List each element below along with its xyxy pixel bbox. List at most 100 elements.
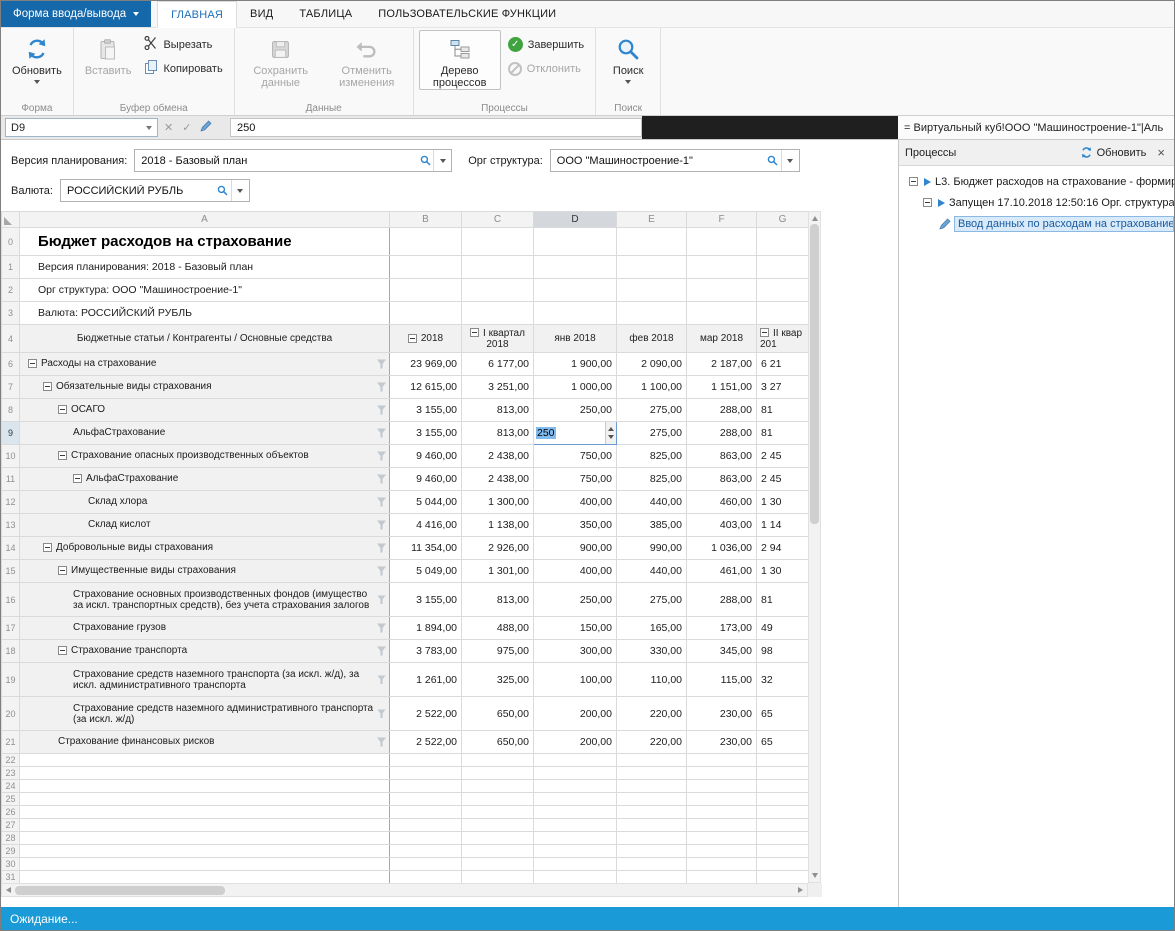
cell[interactable] <box>534 845 617 858</box>
row-number-12[interactable]: 12 <box>2 491 20 514</box>
cell[interactable]: 288,00 <box>687 399 757 422</box>
cell[interactable] <box>462 832 534 845</box>
row-number-3[interactable]: 3 <box>2 302 20 325</box>
cell[interactable]: 813,00 <box>462 422 534 445</box>
collapse-minus-icon[interactable] <box>58 451 67 460</box>
tab-user-functions[interactable]: ПОЛЬЗОВАТЕЛЬСКИЕ ФУНКЦИИ <box>365 1 569 27</box>
row-number-26[interactable]: 26 <box>2 806 20 819</box>
cell[interactable]: 32 <box>757 663 809 697</box>
row-number-4[interactable]: 4 <box>2 325 20 353</box>
filter-funnel-icon[interactable] <box>377 544 386 553</box>
cell[interactable] <box>757 806 809 819</box>
cell[interactable]: 288,00 <box>687 583 757 617</box>
cell[interactable] <box>687 845 757 858</box>
cell-A3[interactable]: Валюта: РОССИЙСКИЙ РУБЛЬ <box>20 302 390 325</box>
row-number-22[interactable]: 22 <box>2 754 20 767</box>
cell[interactable] <box>687 256 757 279</box>
row-number-18[interactable]: 18 <box>2 640 20 663</box>
row-number-23[interactable]: 23 <box>2 767 20 780</box>
cell[interactable]: 288,00 <box>687 422 757 445</box>
cell[interactable]: 2 926,00 <box>462 537 534 560</box>
process-node-0[interactable]: L3. Бюджет расходов на страхование - фор… <box>903 171 1174 192</box>
cell[interactable]: 3 155,00 <box>390 399 462 422</box>
cell[interactable]: 2 45 <box>757 445 809 468</box>
cell[interactable] <box>757 780 809 793</box>
row-number-25[interactable]: 25 <box>2 793 20 806</box>
cell[interactable] <box>757 858 809 871</box>
spinner-up-icon[interactable] <box>608 427 614 431</box>
search-icon[interactable] <box>215 185 231 196</box>
cell[interactable] <box>617 806 687 819</box>
row-label-18[interactable]: Страхование транспорта <box>20 640 390 663</box>
filter-funnel-icon[interactable] <box>377 624 386 633</box>
row-label-8[interactable]: ОСАГО <box>20 399 390 422</box>
cell[interactable]: 1 14 <box>757 514 809 537</box>
row-number-11[interactable]: 11 <box>2 468 20 491</box>
cell[interactable]: 110,00 <box>617 663 687 697</box>
cell[interactable] <box>20 819 390 832</box>
save-data-button[interactable]: Сохранить данные <box>240 30 322 90</box>
row-label-7[interactable]: Обязательные виды страхования <box>20 376 390 399</box>
finish-button[interactable]: ✓ Завершить <box>505 34 590 55</box>
cell[interactable]: 2 438,00 <box>462 468 534 491</box>
cell[interactable] <box>617 780 687 793</box>
cell[interactable]: 230,00 <box>687 697 757 731</box>
cell[interactable] <box>390 302 462 325</box>
cell[interactable]: 3 155,00 <box>390 422 462 445</box>
row-number-31[interactable]: 31 <box>2 871 20 884</box>
row-label-15[interactable]: Имущественные виды страхования <box>20 560 390 583</box>
cell[interactable]: 2 522,00 <box>390 697 462 731</box>
cell[interactable] <box>534 754 617 767</box>
confirm-entry-icon[interactable]: ✓ <box>182 121 191 134</box>
cell[interactable]: 23 969,00 <box>390 353 462 376</box>
cell[interactable]: 98 <box>757 640 809 663</box>
cell[interactable] <box>20 780 390 793</box>
cell[interactable] <box>757 256 809 279</box>
collapse-minus-icon[interactable] <box>58 646 67 655</box>
cut-button[interactable]: Вырезать <box>141 34 228 55</box>
cell[interactable] <box>390 256 462 279</box>
org-filter-combo[interactable]: ООО "Машиностроение-1" <box>550 149 800 172</box>
filter-funnel-icon[interactable] <box>377 521 386 530</box>
cell[interactable]: 5 044,00 <box>390 491 462 514</box>
tab-table[interactable]: ТАБЛИЦА <box>286 1 365 27</box>
cell[interactable]: 1 138,00 <box>462 514 534 537</box>
collapse-minus-icon[interactable] <box>909 177 918 186</box>
cell[interactable] <box>534 279 617 302</box>
row-number-21[interactable]: 21 <box>2 731 20 754</box>
cell[interactable]: 65 <box>757 731 809 754</box>
process-node-2[interactable]: Ввод данных по расходам на страхование п… <box>903 213 1174 234</box>
cell[interactable] <box>390 793 462 806</box>
period-header-cell[interactable]: фев 2018 <box>617 325 687 353</box>
cell[interactable] <box>462 780 534 793</box>
cell[interactable]: 460,00 <box>687 491 757 514</box>
cell[interactable]: 275,00 <box>617 422 687 445</box>
cell-A0[interactable]: Бюджет расходов на страхование <box>20 228 390 256</box>
cell[interactable]: 825,00 <box>617 445 687 468</box>
row-number-0[interactable]: 0 <box>2 228 20 256</box>
dropdown-button[interactable] <box>782 159 799 163</box>
cell[interactable] <box>462 871 534 884</box>
cell[interactable] <box>534 256 617 279</box>
cell[interactable]: 250,00 <box>534 583 617 617</box>
cell[interactable]: 3 251,00 <box>462 376 534 399</box>
cell[interactable]: 2 187,00 <box>687 353 757 376</box>
cell[interactable] <box>617 819 687 832</box>
cell[interactable]: 275,00 <box>617 583 687 617</box>
row-number-1[interactable]: 1 <box>2 256 20 279</box>
row-label-12[interactable]: Склад хлора <box>20 491 390 514</box>
cell[interactable] <box>687 858 757 871</box>
row-number-24[interactable]: 24 <box>2 780 20 793</box>
cell[interactable]: 1 261,00 <box>390 663 462 697</box>
process-node-1[interactable]: Запущен 17.10.2018 12:50:16 Орг. структу… <box>903 192 1174 213</box>
cell[interactable] <box>390 780 462 793</box>
cell[interactable]: 1 000,00 <box>534 376 617 399</box>
cell[interactable] <box>20 767 390 780</box>
cell[interactable]: 1 300,00 <box>462 491 534 514</box>
row-label-19[interactable]: Страхование средств наземного транспорта… <box>20 663 390 697</box>
cell[interactable]: 900,00 <box>534 537 617 560</box>
row-number-10[interactable]: 10 <box>2 445 20 468</box>
scroll-down-icon[interactable] <box>812 873 818 878</box>
cell-A2[interactable]: Орг структура: ООО "Машиностроение-1" <box>20 279 390 302</box>
refresh-button[interactable]: Обновить <box>6 30 68 85</box>
